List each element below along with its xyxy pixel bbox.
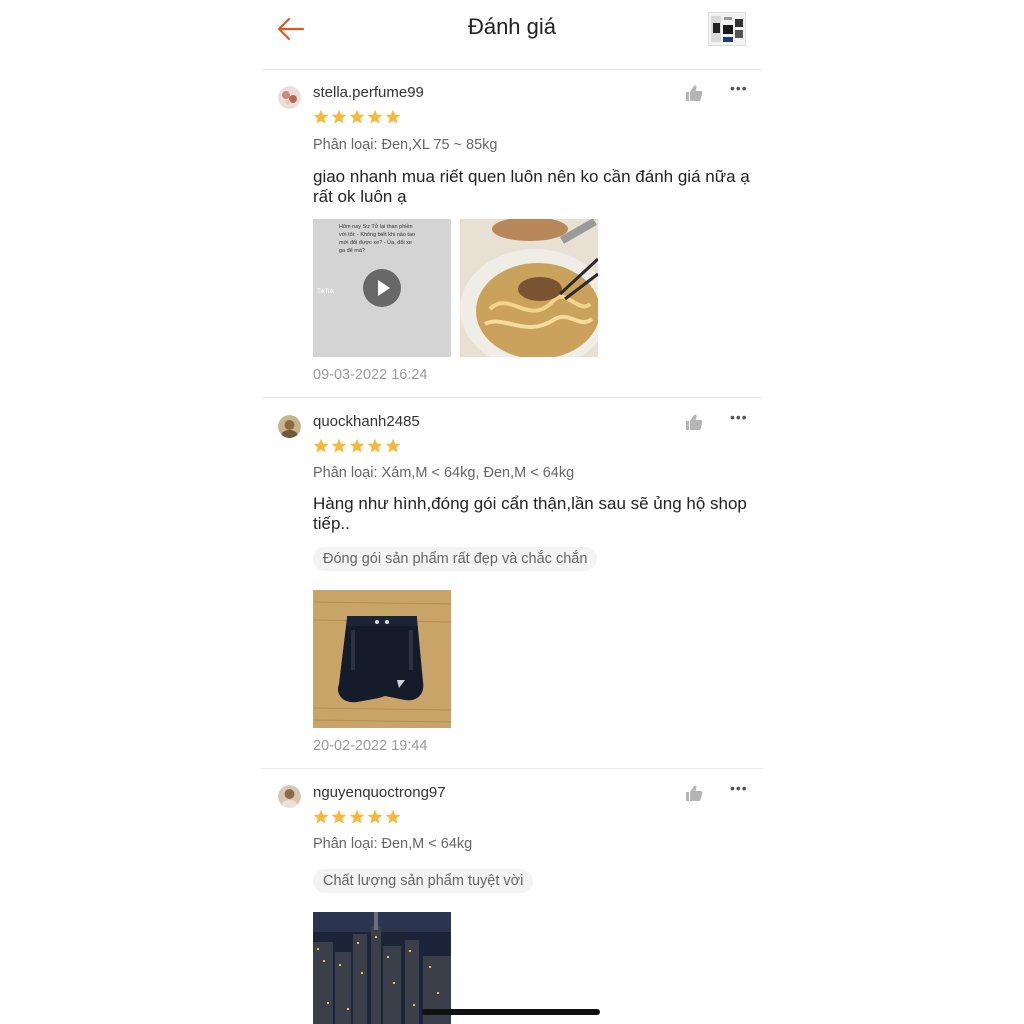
thumbs-up-icon[interactable] xyxy=(685,784,703,802)
review-item: quockhanh2485 ••• Phân loại: Xám,M < 64k… xyxy=(262,398,762,769)
tiktok-watermark: TikTok xyxy=(317,289,335,295)
review-video-thumbnail[interactable]: Hôm nay Sư Tử lại than phiền với tôi: - … xyxy=(313,219,451,357)
star-icon xyxy=(385,109,401,124)
star-icon xyxy=(313,109,329,124)
user-avatar[interactable] xyxy=(278,785,301,808)
star-icon xyxy=(367,438,383,453)
user-avatar[interactable] xyxy=(278,86,301,109)
star-icon xyxy=(349,809,365,824)
username[interactable]: nguyenquoctrong97 xyxy=(313,784,446,801)
more-options-icon[interactable]: ••• xyxy=(730,410,747,429)
play-icon[interactable] xyxy=(363,269,401,307)
app-header: Đánh giá xyxy=(262,0,762,70)
star-icon xyxy=(349,109,365,124)
more-options-icon[interactable]: ••• xyxy=(730,781,747,800)
star-rating xyxy=(313,109,403,125)
star-rating xyxy=(313,438,403,454)
review-item: nguyenquoctrong97 ••• Phân loại: Đen,M <… xyxy=(262,769,762,1024)
star-icon xyxy=(367,109,383,124)
star-icon xyxy=(367,809,383,824)
review-comment: Hàng như hình,đóng gói cẩn thận,lần sau … xyxy=(313,494,747,533)
username[interactable]: stella.perfume99 xyxy=(313,84,424,101)
review-tag: Đóng gói sản phẩm rất đẹp và chắc chắn xyxy=(313,547,598,571)
variant-label: Phân loại: Xám,M < 64kg, Đen,M < 64kg xyxy=(313,465,575,481)
home-indicator[interactable] xyxy=(422,1009,600,1015)
review-date: 20-02-2022 19:44 xyxy=(313,738,428,754)
review-date: 09-03-2022 16:24 xyxy=(313,367,428,383)
review-tag: Chất lượng sản phẩm tuyệt vời xyxy=(313,869,534,893)
shorts-image xyxy=(313,590,451,728)
star-icon xyxy=(385,809,401,824)
star-icon xyxy=(385,438,401,453)
review-photo[interactable] xyxy=(313,912,451,1024)
thumbs-up-icon[interactable] xyxy=(685,84,703,102)
review-comment: giao nhanh mua riết quen luôn nên ko cần… xyxy=(313,167,750,206)
review-photo[interactable] xyxy=(460,219,598,357)
product-thumbnail[interactable] xyxy=(708,12,746,46)
star-icon xyxy=(331,809,347,824)
star-icon xyxy=(313,809,329,824)
username[interactable]: quockhanh2485 xyxy=(313,413,420,430)
user-avatar[interactable] xyxy=(278,415,301,438)
star-icon xyxy=(349,438,365,453)
noodle-bowl-image xyxy=(460,219,598,357)
video-caption: Hôm nay Sư Tử lại than phiền với tôi: - … xyxy=(339,224,416,254)
star-icon xyxy=(313,438,329,453)
thumbs-up-icon[interactable] xyxy=(685,413,703,431)
page-title: Đánh giá xyxy=(467,14,557,39)
review-screen: Đánh giá stella.perfume99 ••• Phân loại:… xyxy=(262,0,762,1024)
variant-label: Phân loại: Đen,M < 64kg xyxy=(313,836,473,852)
star-icon xyxy=(331,109,347,124)
city-night-image xyxy=(313,912,451,1024)
star-rating xyxy=(313,809,403,825)
review-item: stella.perfume99 ••• Phân loại: Đen,XL 7… xyxy=(262,70,762,398)
variant-label: Phân loại: Đen,XL 75 ~ 85kg xyxy=(313,137,498,153)
star-icon xyxy=(331,438,347,453)
more-options-icon[interactable]: ••• xyxy=(730,81,747,100)
review-photo[interactable] xyxy=(313,590,451,728)
